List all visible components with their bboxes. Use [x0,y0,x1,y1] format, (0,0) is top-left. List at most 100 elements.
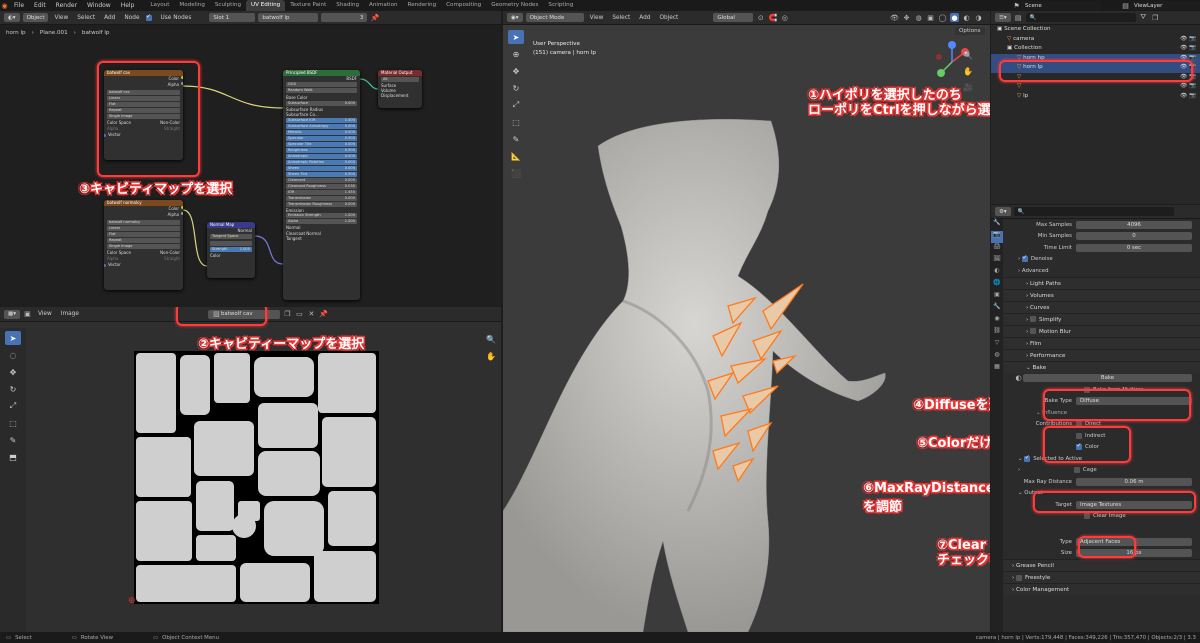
bsdf-input-row[interactable]: Emission Strength 1.000 [286,213,357,218]
view-layer-selector[interactable]: ViewLayer [1130,1,1200,10]
bsdf-input-row[interactable]: Subsurface 0.000 [286,100,357,106]
interpolation[interactable]: Linear [107,226,180,231]
sample-tool-icon[interactable]: ⬒ [5,450,21,464]
tab-modeling[interactable]: Modeling [174,0,209,11]
section-checkbox[interactable] [1030,316,1037,322]
menu-help[interactable]: Help [116,2,140,9]
properties-editor[interactable]: ⚙▾ 🔍 🔧 📷 🖨 🖼 ◐ 🌐 ▣ 🔧 ◉ ⛓ ▽ ◍ ▦ Max Sampl… [991,205,1200,632]
bsdf-input-row[interactable]: Transmission 0.000 [286,195,357,201]
principled-bsdf-node[interactable]: Principled BSDF BSDF GGX Random Walk Bas… [283,70,360,300]
cage-checkbox[interactable] [1073,467,1080,474]
outliner-row[interactable]: ▽ lp 👁 📷 [991,92,1200,102]
editor-type-icon[interactable]: ⚙▾ [995,207,1011,216]
freestyle-checkbox[interactable] [1016,574,1023,581]
bsdf-input-row[interactable]: Transmission Roughness 0.000 [286,201,357,207]
open-image-icon[interactable]: ▭ [295,310,304,319]
material-tab-icon[interactable]: ◍ [991,351,1003,363]
time-limit-field[interactable]: 0 sec [1076,243,1192,252]
source[interactable]: Single Image [107,244,180,249]
render-tab-icon[interactable]: 📷 [991,231,1003,243]
visibility-icon[interactable]: 👁 📷 [1180,44,1196,54]
subsurface-method[interactable]: Random Walk [286,88,357,93]
bsdf-input-row[interactable]: Specular 0.500 [286,135,357,141]
rotate-tool-icon[interactable]: ↻ [5,382,21,396]
normal-space[interactable]: Tangent Space [210,234,252,239]
denoise-row[interactable]: › Denoise [1004,254,1200,266]
visibility-icon[interactable]: 👁 📷 [1180,92,1196,102]
bsdf-input-row[interactable]: Base Color [283,95,360,101]
normal-map-node[interactable]: Normal Map Normal Tangent Space Strength… [207,222,255,278]
bsdf-input-row[interactable]: Subsurface Co... [283,112,360,118]
tab-scripting[interactable]: Scripting [543,0,578,11]
visibility-icon[interactable]: 👁 📷 [1180,35,1196,45]
image-datablock[interactable]: batwolf normalcy [107,220,180,225]
menu-render[interactable]: Render [51,2,82,9]
max-ray-field[interactable]: 0.06 m [1076,477,1192,486]
section-light-paths[interactable]: › Light Paths [1004,276,1200,289]
transform-tool-icon[interactable]: ⬚ [5,416,21,430]
image-menu-image[interactable]: Image [58,311,82,317]
section-checkbox[interactable] [1030,328,1037,334]
close-image-icon[interactable]: ✕ [307,310,316,319]
editor-type-icon[interactable]: ☰▾ [995,13,1011,22]
constraint-tab-icon[interactable]: ⛓ [991,327,1003,339]
denoise-checkbox[interactable] [1021,254,1028,263]
view-layer-tab-icon[interactable]: 🖼 [991,255,1003,267]
material-output-node[interactable]: Material Output All Surface Volume Displ… [378,70,422,108]
cage-row[interactable]: › Cage [1004,465,1200,477]
outliner-row[interactable]: ▽ 👁 📷 [991,82,1200,92]
image-editor[interactable]: ▦▾ ▣ View Image ▨ batwolf cav ❐ ▭ ✕ 📌 ➤ ◌… [0,307,501,632]
3d-viewport[interactable]: ◉▾ Object Mode View Select Add Object Gl… [503,11,990,632]
bsdf-input-row[interactable]: Anisotropic Rotation 0.000 [286,159,357,165]
tab-layout[interactable]: Layout [145,0,174,11]
outliner[interactable]: ☰▾ ▤ 🔍 ⛛ ❐ ▣ Scene Collection ▽ camera 👁 … [991,11,1200,204]
bsdf-input-row[interactable]: Sheen Tint 0.500 [286,171,357,177]
freestyle-section[interactable]: › Freestyle [1004,571,1200,583]
scene-tab-icon[interactable]: ◐ [991,267,1003,279]
tab-animation[interactable]: Animation [364,0,403,11]
bsdf-input-row[interactable]: Subsurface Anisotropy 0.000 [286,123,357,129]
uv-map-field[interactable] [210,241,252,246]
strength-field[interactable]: Strength 1.000 [210,247,252,252]
tab-shading[interactable]: Shading [331,0,364,11]
bsdf-input-row[interactable]: Metallic 0.000 [286,129,357,135]
grease-pencil-section[interactable]: › Grease Pencil [1004,559,1200,571]
view-mode-icon[interactable]: ▣ [23,310,32,319]
scene-selector[interactable]: Scene [1021,1,1101,10]
data-tab-icon[interactable]: ▽ [991,339,1003,351]
pan-hand-icon[interactable]: ✋ [486,352,496,361]
filter-icon[interactable]: ⛛ [1139,13,1148,22]
pin-icon[interactable]: 📌 [319,310,328,319]
tab-uv-editing[interactable]: UV Editing [246,0,286,11]
modifier-tab-icon[interactable]: 🔧 [991,303,1003,315]
object-tab-icon[interactable]: ▣ [991,291,1003,303]
clear-image-checkbox[interactable] [1084,513,1090,520]
bsdf-input-row[interactable]: Alpha 1.000 [286,219,357,224]
bsdf-input-row[interactable]: Tangent [283,236,360,242]
max-samples-field[interactable]: 4096 [1076,220,1192,229]
extension[interactable]: Repeat [107,238,180,243]
menu-window[interactable]: Window [82,2,116,9]
projection[interactable]: Flat [107,232,180,237]
bsdf-input-row[interactable]: Roughness 0.500 [286,147,357,153]
bsdf-input-row[interactable]: Anisotropic 0.000 [286,153,357,159]
2d-cursor-icon[interactable]: ⊕ [128,596,136,606]
tweak-tool-icon[interactable]: ➤ [5,331,21,345]
blender-logo-icon[interactable]: ◉ [0,1,9,10]
bsdf-input-row[interactable]: Specular Tint 0.000 [286,141,357,147]
tab-geometry-nodes[interactable]: Geometry Nodes [486,0,543,11]
color-management-section[interactable]: › Color Management [1004,583,1200,595]
properties-search[interactable]: 🔍 [1013,207,1174,216]
advanced-row[interactable]: › Advanced [1004,265,1200,277]
move-tool-icon[interactable]: ✥ [5,365,21,379]
visibility-icon[interactable]: 👁 📷 [1180,82,1196,92]
tab-texture-paint[interactable]: Texture Paint [285,0,331,11]
section-volumes[interactable]: › Volumes [1004,288,1200,301]
texture-tab-icon[interactable]: ▦ [991,363,1003,375]
new-image-icon[interactable]: ❐ [283,310,292,319]
outliner-row[interactable]: ▽ camera 👁 📷 [991,35,1200,45]
section-curves[interactable]: › Curves [1004,300,1200,313]
zoom-icon[interactable]: 🔍 [486,335,496,344]
output-target[interactable]: All [381,77,419,82]
tab-sculpting[interactable]: Sculpting [210,0,246,11]
